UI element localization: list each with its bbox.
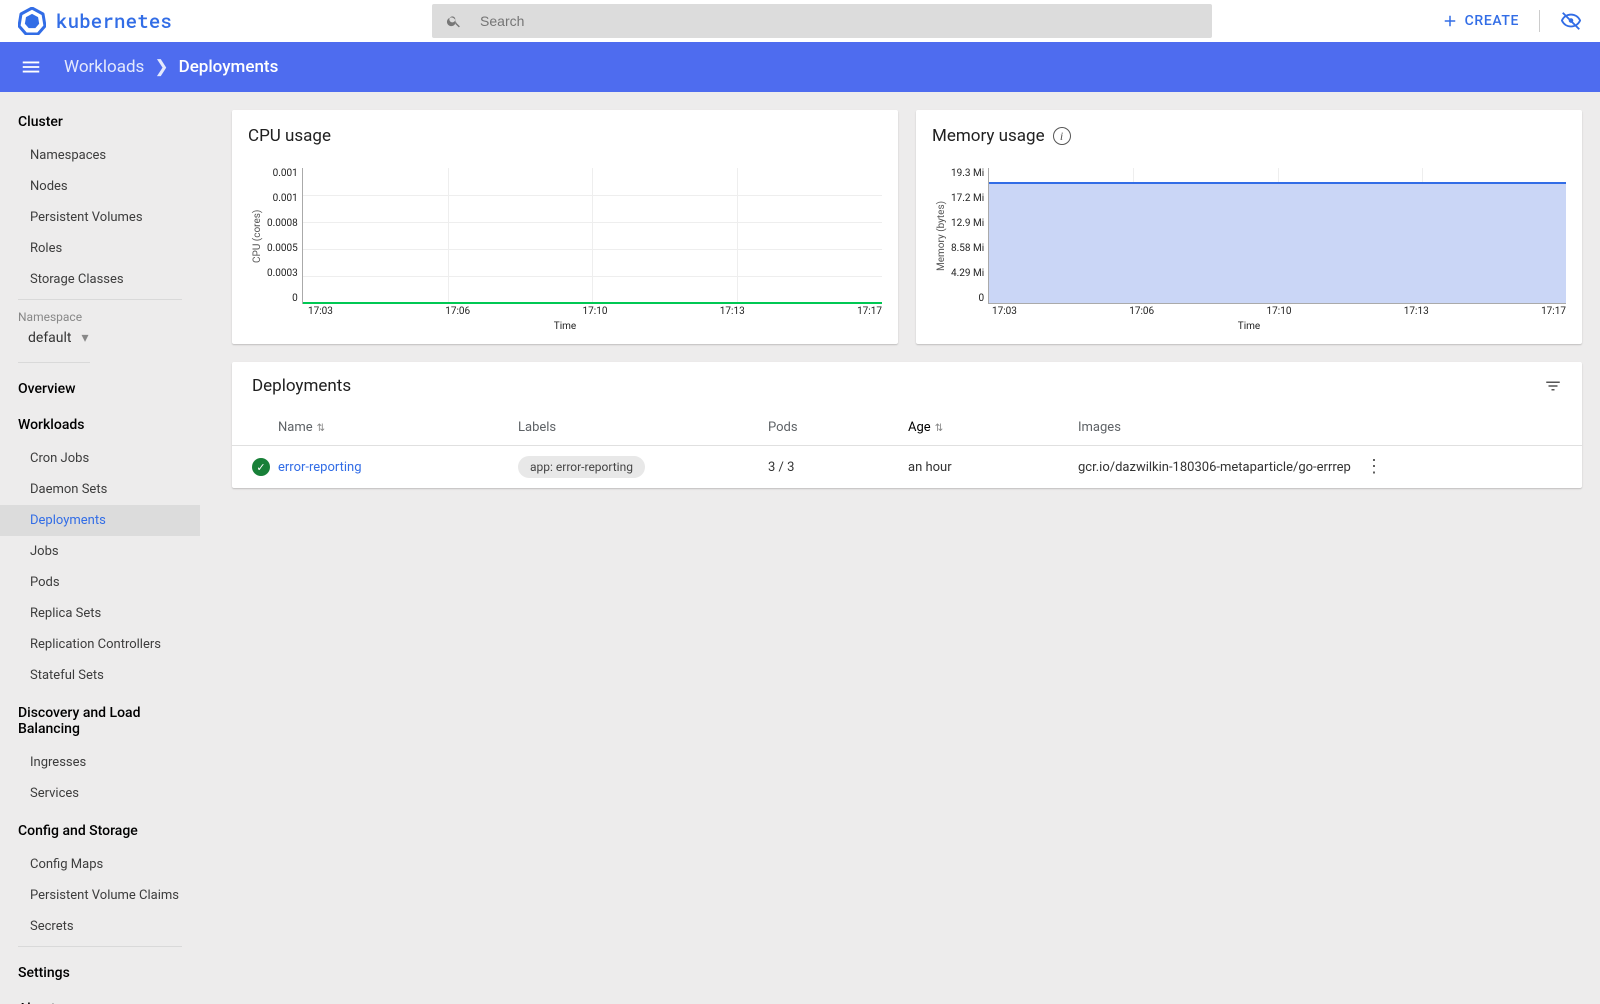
sidebar-item-roles[interactable]: Roles bbox=[0, 233, 200, 264]
page-header: Workloads ❯ Deployments bbox=[0, 42, 1600, 92]
sort-icon: ⇅ bbox=[317, 423, 325, 434]
deployments-title: Deployments bbox=[252, 376, 351, 396]
image-cell: gcr.io/dazwilkin-180306-metaparticle/go-… bbox=[1078, 460, 1354, 475]
table-row: ✓ error-reportingapp: error-reporting 3 / … bbox=[232, 446, 1582, 488]
age-cell: an hour bbox=[908, 460, 1078, 475]
separator bbox=[1539, 10, 1540, 32]
search-box[interactable] bbox=[432, 4, 1212, 38]
sidebar-settings[interactable]: Settings bbox=[0, 955, 200, 991]
search-input[interactable] bbox=[480, 13, 1198, 29]
content-area: CPU usage CPU (cores) 0.0010.0010.00080.… bbox=[200, 92, 1600, 1004]
brand-text: kubernetes bbox=[56, 9, 172, 34]
memory-plot-area bbox=[988, 168, 1566, 304]
col-labels[interactable]: Labels bbox=[518, 420, 768, 435]
memory-title: Memory usage bbox=[932, 126, 1045, 146]
cpu-plot-area bbox=[302, 168, 882, 304]
memory-y-axis-title: Memory (bytes) bbox=[936, 168, 947, 304]
chevron-down-icon: ▾ bbox=[82, 330, 89, 346]
kubernetes-logo-icon bbox=[18, 7, 46, 35]
sidebar-heading-config[interactable]: Config and Storage bbox=[0, 813, 200, 849]
row-menu-icon[interactable]: ⋮ bbox=[1354, 458, 1394, 476]
label-chip: app: error-reporting bbox=[518, 456, 645, 478]
sidebar-item-stateful-sets[interactable]: Stateful Sets bbox=[0, 660, 200, 691]
cpu-title: CPU usage bbox=[248, 126, 331, 146]
col-age[interactable]: Age⇅ bbox=[908, 420, 1078, 435]
sidebar-item-services[interactable]: Services bbox=[0, 778, 200, 809]
sidebar-item-pods[interactable]: Pods bbox=[0, 567, 200, 598]
col-name[interactable]: Name⇅ bbox=[278, 420, 518, 435]
sidebar-item-storage-classes[interactable]: Storage Classes bbox=[0, 264, 200, 295]
sidebar-item-ingresses[interactable]: Ingresses bbox=[0, 747, 200, 778]
sidebar-item-namespaces[interactable]: Namespaces bbox=[0, 140, 200, 171]
cpu-usage-card: CPU usage CPU (cores) 0.0010.0010.00080.… bbox=[232, 110, 898, 344]
sidebar-item-daemon-sets[interactable]: Daemon Sets bbox=[0, 474, 200, 505]
sidebar-about[interactable]: About bbox=[0, 991, 200, 1004]
breadcrumb-current: Deployments bbox=[179, 57, 279, 77]
cpu-y-axis: 0.0010.0010.00080.00050.00030 bbox=[267, 168, 302, 304]
sidebar: Cluster NamespacesNodesPersistent Volume… bbox=[0, 92, 200, 1004]
pods-cell: 3 / 3 bbox=[768, 460, 908, 475]
cpu-x-axis-title: Time bbox=[248, 321, 882, 332]
sidebar-item-cron-jobs[interactable]: Cron Jobs bbox=[0, 443, 200, 474]
create-label: CREATE bbox=[1465, 13, 1519, 29]
status-ok-icon: ✓ bbox=[252, 458, 270, 476]
sidebar-heading-cluster[interactable]: Cluster bbox=[0, 104, 200, 140]
top-app-bar: kubernetes CREATE bbox=[0, 0, 1600, 42]
search-icon bbox=[446, 13, 462, 29]
chevron-right-icon: ❯ bbox=[154, 57, 168, 77]
memory-usage-card: Memory usage i Memory (bytes) 19.3 Mi17.… bbox=[916, 110, 1582, 344]
breadcrumb-parent[interactable]: Workloads bbox=[64, 57, 144, 77]
namespace-label: Namespace bbox=[0, 308, 200, 326]
sidebar-heading-discovery[interactable]: Discovery and Load Balancing bbox=[0, 695, 200, 747]
col-images[interactable]: Images bbox=[1078, 420, 1354, 435]
sidebar-item-persistent-volumes[interactable]: Persistent Volumes bbox=[0, 202, 200, 233]
memory-y-axis: 19.3 Mi17.2 Mi12.9 Mi8.58 Mi4.29 Mi0 bbox=[951, 168, 988, 304]
sidebar-item-jobs[interactable]: Jobs bbox=[0, 536, 200, 567]
plus-icon bbox=[1441, 12, 1459, 30]
sidebar-item-secrets[interactable]: Secrets bbox=[0, 911, 200, 942]
col-pods[interactable]: Pods bbox=[768, 420, 908, 435]
sort-icon: ⇅ bbox=[935, 423, 943, 434]
memory-x-axis: 17:0317:0617:1017:1317:17 bbox=[992, 306, 1566, 317]
deployment-name-link[interactable]: error-reporting bbox=[278, 460, 518, 475]
sidebar-heading-workloads[interactable]: Workloads bbox=[0, 407, 200, 443]
sidebar-item-config-maps[interactable]: Config Maps bbox=[0, 849, 200, 880]
deployments-card: Deployments Name⇅ Labels Pods Age⇅ Image… bbox=[232, 362, 1582, 488]
overview-toggle-icon[interactable] bbox=[1560, 10, 1582, 32]
menu-icon[interactable] bbox=[20, 56, 42, 78]
cpu-y-axis-title: CPU (cores) bbox=[252, 168, 263, 304]
sidebar-item-deployments[interactable]: Deployments bbox=[0, 505, 200, 536]
sidebar-item-replica-sets[interactable]: Replica Sets bbox=[0, 598, 200, 629]
brand[interactable]: kubernetes bbox=[18, 7, 172, 35]
sidebar-item-persistent-volume-claims[interactable]: Persistent Volume Claims bbox=[0, 880, 200, 911]
table-header: Name⇅ Labels Pods Age⇅ Images bbox=[232, 410, 1582, 446]
info-icon[interactable]: i bbox=[1053, 127, 1071, 145]
cpu-x-axis: 17:0317:0617:1017:1317:17 bbox=[308, 306, 882, 317]
memory-x-axis-title: Time bbox=[932, 321, 1566, 332]
namespace-value: default bbox=[28, 330, 72, 346]
create-button[interactable]: CREATE bbox=[1441, 12, 1519, 30]
sidebar-item-replication-controllers[interactable]: Replication Controllers bbox=[0, 629, 200, 660]
sidebar-overview[interactable]: Overview bbox=[0, 371, 200, 407]
namespace-select[interactable]: default ▾ bbox=[0, 326, 200, 358]
filter-icon[interactable] bbox=[1544, 377, 1562, 395]
sidebar-item-nodes[interactable]: Nodes bbox=[0, 171, 200, 202]
